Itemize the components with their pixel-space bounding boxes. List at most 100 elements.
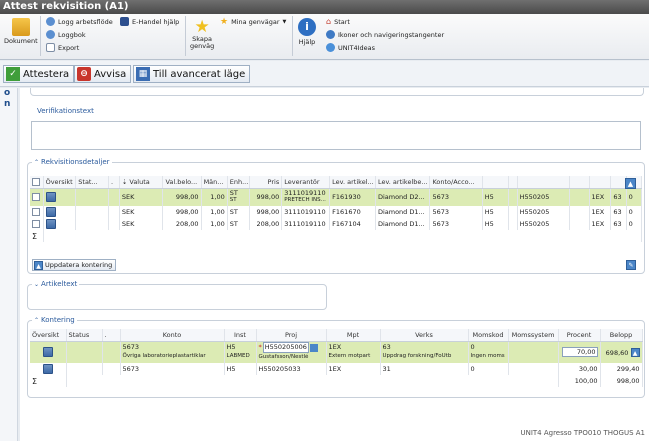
collapse-icon: ⌃ (34, 316, 40, 324)
select-all-checkbox[interactable] (30, 176, 44, 189)
column-header[interactable] (589, 176, 612, 189)
column-header[interactable]: Lev. artikelbe... (375, 176, 431, 189)
ehandel-hjalp-button[interactable]: E-Handel hjälp (120, 17, 179, 26)
column-header[interactable]: Proj (256, 329, 327, 342)
column-header[interactable]: Enh... (227, 176, 250, 189)
table-row[interactable]: SEK 208,00 1,00 ST 208,00 3111019110 F16… (30, 218, 643, 230)
proj-input[interactable]: H550205006 (262, 342, 309, 354)
overview-icon[interactable] (43, 218, 77, 230)
dokument-button[interactable]: Dokument (4, 18, 38, 45)
column-header[interactable]: Momskod (468, 329, 509, 342)
procent-input[interactable]: 70,00 (558, 341, 601, 363)
column-header[interactable] (517, 176, 570, 189)
avancerat-lage-button[interactable]: ▦ Till avancerat läge (133, 65, 251, 83)
cell-proj: H550205 (517, 206, 570, 218)
column-header[interactable]: Konto (120, 329, 225, 342)
edit-button[interactable]: ✎ (626, 260, 636, 270)
column-header[interactable]: Översikt (30, 329, 67, 342)
cell-valuta: SEK (119, 188, 164, 206)
column-header[interactable]: Mpt (326, 329, 381, 342)
column-header[interactable]: Män... (201, 176, 228, 189)
overview-icon[interactable] (43, 206, 77, 218)
column-header[interactable] (482, 176, 509, 189)
column-header[interactable] (508, 176, 518, 189)
column-header[interactable]: . (108, 176, 120, 189)
cell-pris: 208,00 (249, 218, 283, 230)
column-header[interactable]: Momssystem (508, 329, 559, 342)
overview-icon[interactable] (43, 188, 77, 206)
export-button[interactable]: Export (46, 43, 79, 52)
overview-icon[interactable] (30, 363, 67, 375)
cell-valuta: SEK (119, 218, 164, 230)
kontering-panel: ⌃ Kontering Översikt Status . Konto Inst… (27, 316, 645, 398)
attestera-button[interactable]: ✓ Attestera (3, 65, 75, 83)
left-collapsed-panel[interactable]: o n (0, 88, 18, 441)
reject-icon: ⊖ (77, 67, 91, 81)
status-bar: UNIT4 Agresso TPO010 THOGUS A1 (520, 429, 645, 437)
column-header[interactable] (569, 176, 590, 189)
unit4ideas-link[interactable]: UNIT4Ideas (326, 43, 375, 52)
overview-icon[interactable] (30, 341, 67, 363)
start-link[interactable]: ⌂ Start (326, 17, 350, 26)
rekvisitionsdetaljer-panel: ⌃ Rekvisitionsdetaljer Översikt Stat... … (27, 158, 645, 274)
hjalp-button[interactable]: i Hjälp (298, 18, 316, 46)
column-header[interactable]: Procent (558, 329, 601, 342)
column-header[interactable]: Status (66, 329, 103, 342)
column-header[interactable]: Val.belo... (162, 176, 202, 189)
star-icon: ★ (220, 17, 229, 27)
cell-levart: F161930 (329, 188, 376, 206)
column-header[interactable]: ⇣ Valuta (119, 176, 164, 189)
table-row[interactable]: SEK 998,00 1,00 ST ST 998,00 3111019110 PR… (30, 188, 643, 206)
mina-genvagar-dropdown[interactable]: ★ Mina genvägar ▼ (220, 17, 286, 27)
verifikationstext-textarea[interactable] (31, 121, 641, 150)
loggbok-button[interactable]: Loggbok (46, 30, 86, 39)
kontering-header[interactable]: ⌃ Kontering (32, 316, 77, 324)
artikeltext-panel: ⌄ Artikeltext (27, 280, 327, 310)
cell-valbelopp: 998,00 (162, 206, 202, 218)
cell-n: 63 (610, 188, 627, 206)
window-title: Attest rekvisition (A1) (0, 0, 649, 14)
column-header[interactable]: Belopp (600, 329, 643, 342)
column-header[interactable]: Verks (380, 329, 469, 342)
cell-konto: 5673 (429, 206, 483, 218)
artikeltext-header[interactable]: ⌄ Artikeltext (32, 280, 80, 288)
cell-verks: 31 (380, 363, 469, 375)
table-row[interactable]: 5673 Övriga laboratorieplastartiklar H5 LA… (30, 341, 643, 363)
magnifier-icon (46, 17, 55, 26)
scroll-up-button[interactable]: ▲ (625, 178, 636, 189)
column-header[interactable]: Leverantör (281, 176, 331, 189)
column-header[interactable] (610, 176, 627, 189)
column-header[interactable]: Pris (249, 176, 283, 189)
table-header-row: Översikt Status . Konto Inst Proj Mpt Ve… (30, 329, 643, 342)
cell-enhet: ST ST (227, 188, 250, 206)
table-row[interactable]: SEK 998,00 1,00 ST 998,00 3111019110 F16… (30, 206, 643, 218)
sum-belopp: 998,00 (600, 375, 643, 387)
cell-enhet: ST (227, 218, 250, 230)
column-header[interactable]: . (102, 329, 121, 342)
column-header[interactable]: Konto/Acco... (429, 176, 483, 189)
column-header[interactable]: Lev. artikel... (329, 176, 376, 189)
lookup-icon[interactable] (309, 343, 318, 352)
grid-icon: ▦ (136, 67, 150, 81)
logg-arbetsflode-button[interactable]: Logg arbetsflöde (46, 17, 113, 26)
row-checkbox[interactable] (30, 218, 44, 230)
row-checkbox[interactable] (30, 206, 44, 218)
avvisa-button[interactable]: ⊖ Avvisa (74, 65, 132, 83)
uppdatera-kontering-button[interactable]: ▲ Uppdatera kontering (32, 259, 117, 271)
cell-n: 63 (610, 206, 627, 218)
cell-konto: 5673 (120, 363, 225, 375)
table-row[interactable]: 5673 H5 H550205033 1EX 31 0 30,00 299,40 (30, 363, 643, 375)
magnifier-icon (46, 30, 55, 39)
skapa-genvag-button[interactable]: ★ Skapa genväg (190, 18, 214, 50)
row-checkbox[interactable] (30, 188, 44, 206)
info-icon: i (298, 18, 316, 36)
column-header[interactable]: Översikt (43, 176, 77, 189)
rekvisitionsdetaljer-header[interactable]: ⌃ Rekvisitionsdetaljer (32, 158, 112, 166)
column-header[interactable]: Stat... (75, 176, 109, 189)
arrow-up-icon[interactable]: ▲ (630, 347, 640, 357)
checkmark-icon: ✓ (6, 67, 20, 81)
cell-levart: F167104 (329, 218, 376, 230)
ikoner-link[interactable]: Ikoner och navigeringstangenter (326, 30, 444, 39)
cell-z: 0 (626, 218, 643, 230)
column-header[interactable]: Inst (224, 329, 257, 342)
